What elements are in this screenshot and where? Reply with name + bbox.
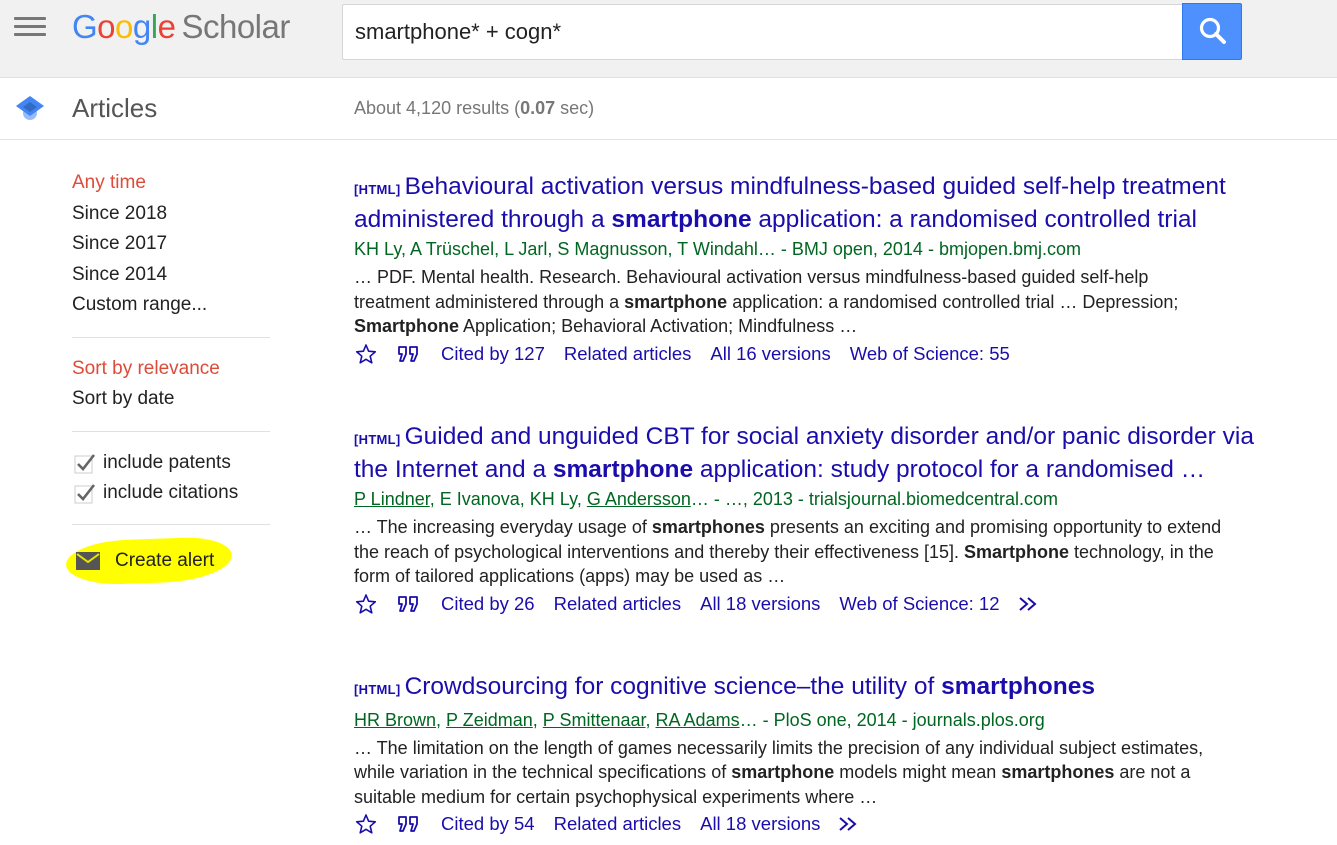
title-text: smartphone — [552, 455, 694, 483]
star-save-icon[interactable] — [355, 813, 377, 835]
time-filter-item[interactable]: Since 2014 — [72, 262, 270, 293]
result-actions: Cited by 26 Related articles All 18 versio… — [354, 591, 1284, 617]
cited-by-link[interactable]: Cited by 127 — [441, 341, 545, 367]
sort-option-item[interactable]: Sort by date — [72, 386, 270, 417]
snippet-text: smartphone — [731, 762, 835, 782]
snippet-text: smartphones — [1001, 762, 1115, 782]
filters-sidebar: Any time Since 2018 Since 2017 Since 2014 Cu… — [65, 170, 270, 586]
author-link[interactable]: RA Adams — [656, 710, 740, 730]
cited-by-link[interactable]: Cited by 54 — [441, 811, 535, 837]
result-snippet: … The increasing everyday usage of smart… — [354, 515, 1224, 589]
top-bar: Google Scholar — [0, 0, 1337, 78]
time-filter-item[interactable]: Since 2017 — [72, 231, 270, 262]
snippet-text: Smartphone — [354, 316, 460, 336]
snippet-text: smartphone — [624, 291, 728, 312]
web-of-science-link[interactable]: Web of Science: 55 — [850, 341, 1010, 367]
scholar-cap-icon — [16, 96, 44, 120]
author-text: … - PloS one, 2014 - journals.plos.org — [739, 709, 1045, 730]
result-stats: About 4,120 results (0.07 sec) — [354, 98, 595, 118]
author-link[interactable]: P Smittenaar — [543, 710, 646, 730]
search-result: [HTML] Guided and unguided CBT for social… — [354, 422, 1284, 617]
search-result: [HTML] Crowdsourcing for cognitive scienc… — [354, 672, 1284, 837]
author-text: KH Ly, A Trüschel, L Jarl, S Magnusson, … — [354, 239, 1081, 259]
articles-label: Articles — [72, 93, 158, 123]
more-options-icon[interactable] — [837, 815, 861, 833]
result-actions: Cited by 54 Related articles All 18 versio… — [354, 811, 1284, 837]
time-filter-item[interactable]: Custom range... — [72, 292, 270, 323]
snippet-text: … The increasing everyday usage of — [354, 517, 652, 537]
more-options-icon[interactable] — [1017, 595, 1041, 613]
snippet-text: application: a randomised controlled tri… — [727, 291, 1179, 312]
html-tag[interactable]: [HTML] — [354, 182, 401, 197]
checkbox-label: include patents — [103, 451, 231, 473]
divider — [72, 523, 270, 525]
result-authors: P Lindner, E Ivanova, KH Ly, G Andersson… — [354, 486, 1284, 512]
sub-bar: Articles About 4,120 results (0.07 sec) — [0, 78, 1337, 140]
title-text: application: study protocol for a random… — [693, 455, 1206, 483]
search-input[interactable] — [343, 5, 1184, 59]
snippet-text: smartphones — [651, 517, 765, 537]
title-text: smartphones — [941, 673, 1095, 700]
related-articles-link[interactable]: Related articles — [564, 341, 692, 367]
all-versions-link[interactable]: All 16 versions — [710, 341, 830, 367]
search-button[interactable] — [1182, 3, 1242, 60]
star-save-icon[interactable] — [355, 343, 377, 365]
cite-quote-icon[interactable] — [397, 814, 421, 834]
include-checkbox[interactable]: include citations — [72, 480, 270, 510]
logo-scholar-text: Scholar — [181, 8, 290, 45]
cited-by-link[interactable]: Cited by 26 — [441, 591, 535, 617]
all-versions-link[interactable]: All 18 versions — [700, 591, 820, 617]
star-save-icon[interactable] — [355, 593, 377, 615]
search-icon — [1199, 17, 1226, 44]
snippet-text: models might mean — [834, 762, 1002, 782]
author-link[interactable]: P Lindner — [354, 489, 430, 509]
title-text: Crowdsourcing for cognitive science–the … — [404, 673, 942, 700]
result-authors: HR Brown, P Zeidman, P Smittenaar, RA Ad… — [354, 707, 1284, 733]
html-tag[interactable]: [HTML] — [354, 432, 401, 447]
result-snippet: … PDF. Mental health. Research. Behaviou… — [354, 265, 1224, 339]
result-title-link[interactable]: [HTML] Guided and unguided CBT for social… — [354, 422, 1284, 484]
checkbox-icon — [74, 483, 96, 503]
result-authors: KH Ly, A Trüschel, L Jarl, S Magnusson, … — [354, 236, 1284, 262]
checkbox-label: include citations — [103, 481, 239, 503]
snippet-text: Application; Behavioral Activation; Mind… — [459, 316, 858, 336]
title-text: smartphone — [611, 205, 752, 233]
search-box — [342, 4, 1184, 60]
all-versions-link[interactable]: All 18 versions — [700, 811, 820, 837]
checkbox-icon — [74, 453, 96, 473]
author-link[interactable]: G Andersson — [587, 489, 691, 509]
author-text: , — [532, 709, 543, 730]
scholar-page: GoogleScholar Articles About 4,120 resul… — [0, 0, 1337, 845]
result-title-link[interactable]: [HTML] Crowdsourcing for cognitive scienc… — [354, 672, 1284, 705]
create-alert-button[interactable]: Create alert — [72, 543, 214, 579]
web-of-science-link[interactable]: Web of Science: 12 — [839, 591, 999, 617]
author-text: , — [645, 709, 656, 730]
result-snippet: … The limitation on the length of games … — [354, 736, 1224, 810]
cite-quote-icon[interactable] — [397, 344, 421, 364]
result-title-link[interactable]: [HTML] Behavioural activation versus mind… — [354, 172, 1284, 234]
html-tag[interactable]: [HTML] — [354, 682, 401, 697]
time-filter-item[interactable]: Since 2018 — [72, 201, 270, 232]
result-actions: Cited by 127 Related articles All 16 versi… — [354, 341, 1284, 367]
related-articles-link[interactable]: Related articles — [554, 811, 682, 837]
author-text: , E Ivanova, KH Ly, — [429, 489, 587, 509]
divider — [72, 336, 270, 338]
cite-quote-icon[interactable] — [397, 594, 421, 614]
envelope-icon — [76, 551, 100, 570]
sort-option-item[interactable]: Sort by relevance — [72, 356, 270, 387]
search-result: [HTML] Behavioural activation versus mind… — [354, 172, 1284, 367]
hamburger-menu-icon[interactable] — [14, 17, 46, 41]
related-articles-link[interactable]: Related articles — [554, 591, 682, 617]
title-text: application: a randomised controlled tri… — [751, 205, 1197, 233]
google-scholar-logo[interactable]: Google Scholar — [72, 8, 290, 46]
include-checkbox[interactable]: include patents — [72, 450, 270, 480]
time-filter-item[interactable]: Any time — [72, 170, 270, 201]
author-link[interactable]: P Zeidman — [446, 710, 533, 730]
create-alert-label: Create alert — [115, 549, 215, 571]
snippet-text: Smartphone — [964, 541, 1070, 562]
divider — [72, 430, 270, 432]
author-link[interactable]: HR Brown — [354, 710, 436, 730]
author-text: … - …, 2013 - trialsjournal.biomedcentra… — [690, 489, 1059, 509]
author-text: , — [436, 709, 447, 730]
